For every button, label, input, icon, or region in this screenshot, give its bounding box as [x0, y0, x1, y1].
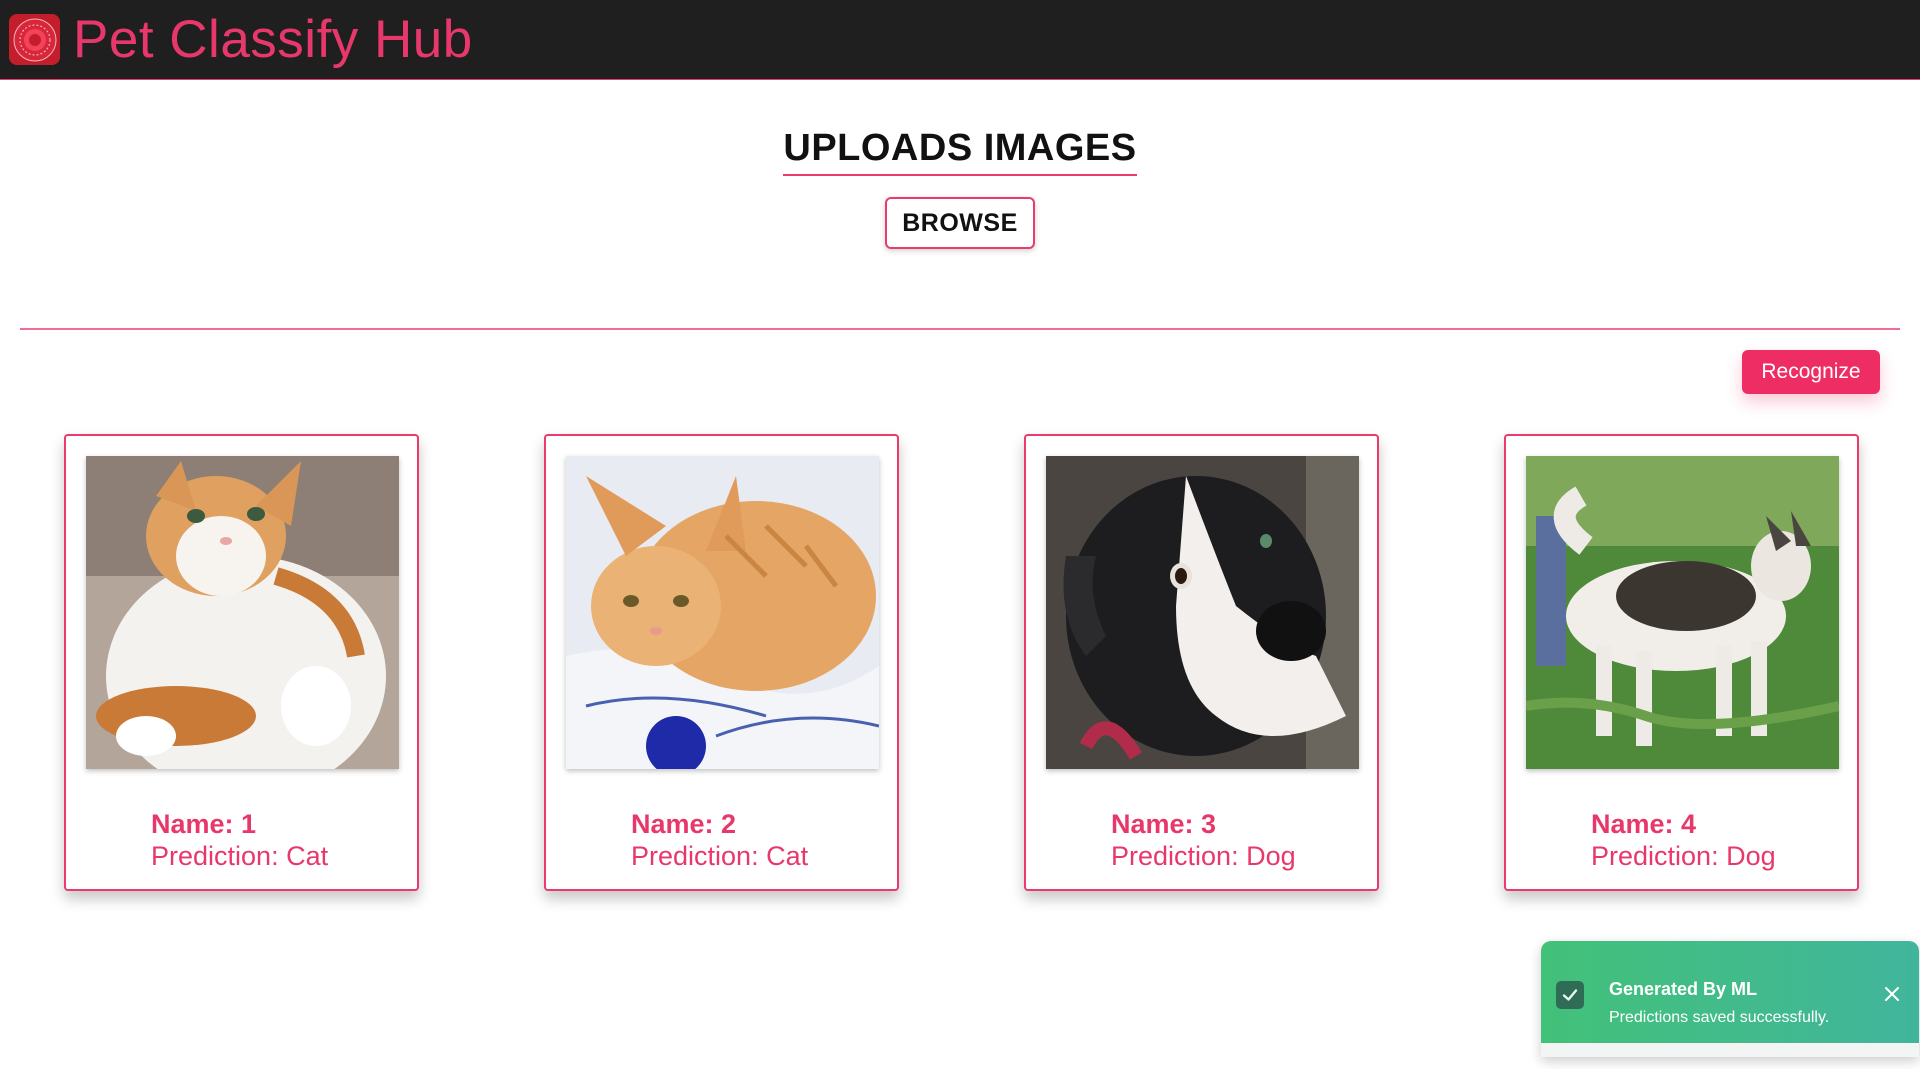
result-prediction: Prediction: Dog	[1111, 841, 1296, 871]
result-prediction: Prediction: Cat	[151, 841, 329, 871]
upload-section: UPLOADS IMAGES	[0, 124, 1920, 176]
result-name: Name: 1	[151, 809, 257, 839]
close-icon[interactable]	[1881, 983, 1903, 1005]
recognize-button[interactable]: Recognize	[1742, 350, 1880, 394]
check-icon	[1556, 981, 1584, 1009]
pet-photo	[86, 456, 399, 769]
toast-progress-track	[1541, 1043, 1919, 1057]
pet-photo	[566, 456, 879, 769]
app-title: Pet Classify Hub	[73, 10, 473, 69]
result-card: Name: 2 Prediction: Cat	[544, 434, 899, 891]
success-toast: Generated By ML Predictions saved succes…	[1541, 941, 1919, 1057]
toast-title: Generated By ML	[1609, 979, 1758, 999]
result-card: Name: 4 Prediction: Dog	[1504, 434, 1859, 891]
browse-button[interactable]: BROWSE	[885, 197, 1035, 249]
result-card: Name: 3 Prediction: Dog	[1024, 434, 1379, 891]
app-header: Pet Classify Hub	[0, 0, 1920, 80]
pet-photo	[1046, 456, 1359, 769]
result-prediction: Prediction: Dog	[1591, 841, 1776, 871]
paw-seal-icon[interactable]	[9, 14, 60, 65]
result-prediction: Prediction: Cat	[631, 841, 809, 871]
result-name: Name: 3	[1111, 809, 1217, 839]
upload-heading: UPLOADS IMAGES	[783, 124, 1137, 176]
section-divider	[20, 328, 1900, 330]
pet-photo	[1526, 456, 1839, 769]
result-name: Name: 2	[631, 809, 737, 839]
result-name: Name: 4	[1591, 809, 1697, 839]
toast-message: Predictions saved successfully.	[1609, 1009, 1830, 1026]
result-card: Name: 1 Prediction: Cat	[64, 434, 419, 891]
